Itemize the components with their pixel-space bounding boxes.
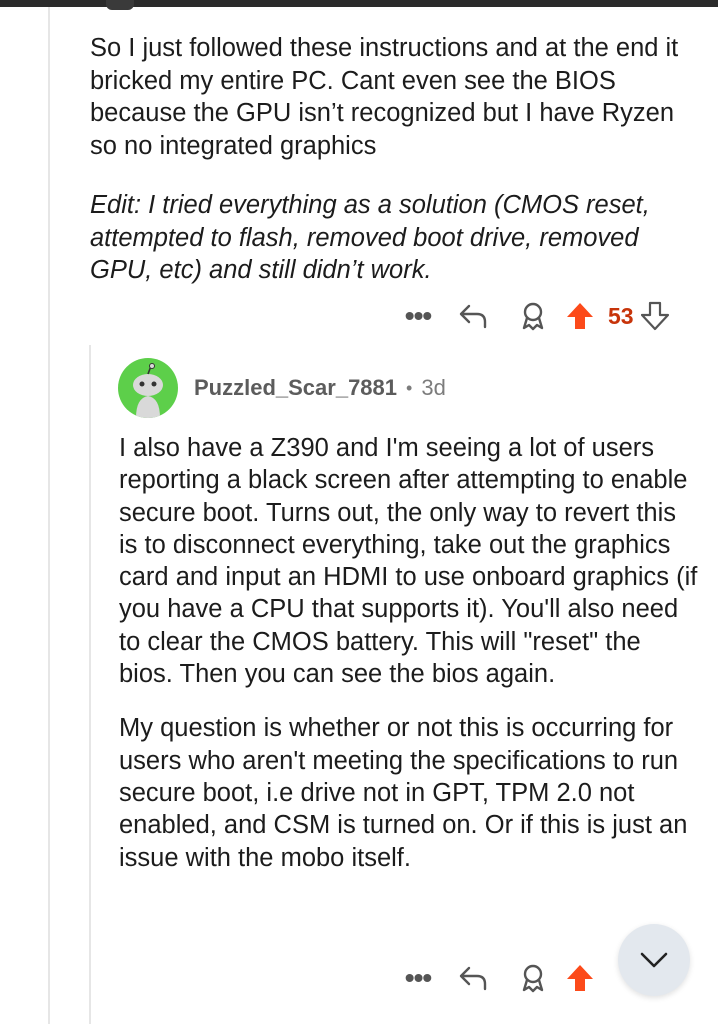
reply-paragraph: I also have a Z390 and I'm seeing a lot … — [119, 434, 698, 689]
downvote-icon — [640, 301, 669, 331]
award-button[interactable] — [508, 301, 558, 331]
reply-button[interactable] — [438, 303, 508, 329]
more-icon: ••• — [404, 300, 432, 331]
reply-body: I also have a Z390 and I'm seeing a lot … — [119, 432, 699, 874]
chevron-down-icon — [640, 952, 668, 968]
reply-thread-line[interactable] — [89, 345, 91, 1024]
parent-avatar[interactable] — [106, 0, 134, 10]
separator-dot: • — [406, 377, 413, 398]
award-icon — [522, 964, 544, 993]
upvote-button[interactable] — [558, 301, 602, 331]
reply-header: Puzzled_Scar_7881 • 3d — [118, 358, 446, 418]
scroll-down-button[interactable] — [618, 924, 690, 996]
award-button[interactable] — [508, 963, 558, 993]
reply-icon — [459, 966, 487, 991]
more-button[interactable]: ••• — [398, 964, 438, 992]
award-icon — [522, 302, 544, 331]
more-icon: ••• — [404, 962, 432, 993]
reply-action-bar: ••• — [398, 958, 602, 998]
reply-button[interactable] — [438, 965, 508, 991]
comment-edit-note: Edit: I tried everything as a solution (… — [90, 189, 690, 287]
timestamp: 3d — [421, 375, 446, 400]
upvote-icon — [567, 965, 593, 991]
avatar[interactable] — [118, 358, 178, 418]
comment-action-bar: ••• 53 — [398, 296, 670, 336]
comment-text: So I just followed these instructions an… — [90, 34, 679, 160]
username[interactable]: Puzzled_Scar_7881 — [194, 375, 397, 401]
reply-icon — [459, 304, 487, 329]
vote-count: 53 — [608, 302, 634, 329]
more-button[interactable]: ••• — [398, 302, 438, 330]
top-bar — [0, 0, 718, 10]
comment-edit-text: Edit: I tried everything as a solution (… — [90, 191, 650, 285]
reply-paragraph: My question is whether or not this is oc… — [119, 714, 688, 872]
upvote-button[interactable] — [558, 963, 602, 993]
downvote-button[interactable] — [640, 301, 670, 331]
upvote-icon — [567, 303, 593, 329]
comment-body: So I just followed these instructions an… — [90, 32, 690, 162]
snoo-avatar-icon — [133, 363, 163, 418]
thread-line[interactable] — [48, 7, 50, 1024]
